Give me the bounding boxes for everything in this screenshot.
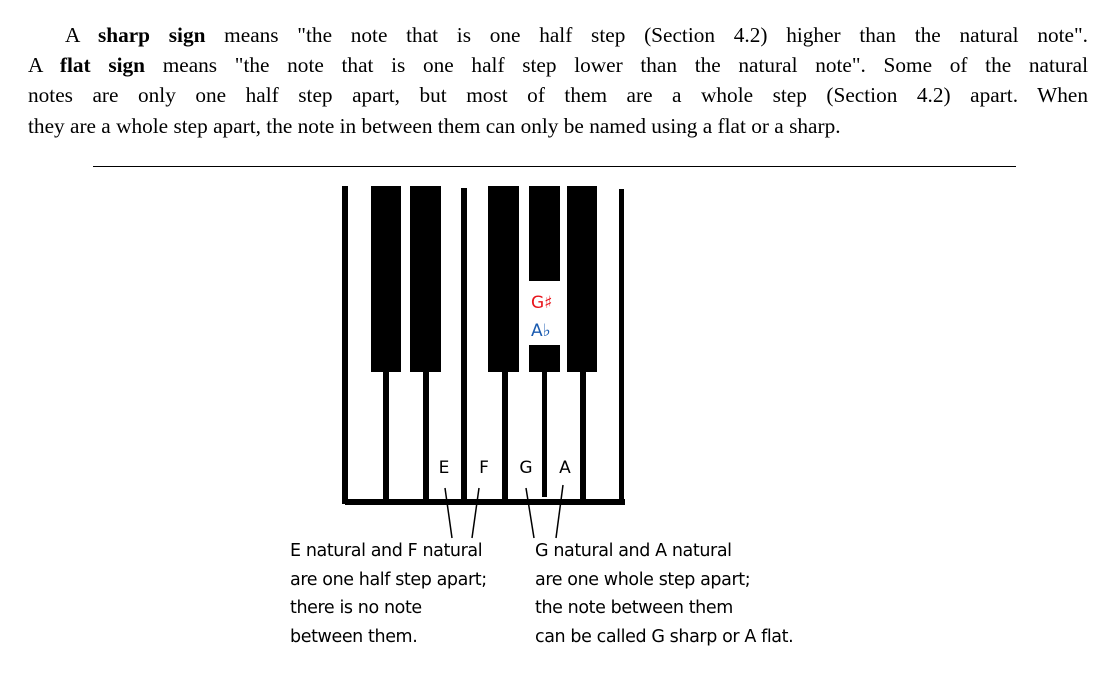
black-key xyxy=(567,186,597,372)
key-label-e: E xyxy=(439,458,450,478)
caption-line: the note between them xyxy=(535,598,733,618)
key-divider xyxy=(383,370,389,502)
leader-line xyxy=(555,484,564,539)
black-key xyxy=(371,186,401,372)
caption-line: between them. xyxy=(290,626,418,647)
black-key xyxy=(488,186,519,372)
caption-e-f: E natural and F natural are one half ste… xyxy=(290,537,487,651)
caption-line: there is no note xyxy=(290,598,422,618)
key-label-g: G xyxy=(519,458,532,478)
keyboard-right-edge xyxy=(619,189,624,504)
caption-g-a: G natural and A natural are one whole st… xyxy=(535,537,794,651)
key-label-f: F xyxy=(479,458,489,478)
caption-line: can be called G sharp or A flat. xyxy=(535,626,794,647)
leader-line xyxy=(471,487,480,539)
key-label-a: A xyxy=(559,458,571,478)
caption-line: are one whole step apart; xyxy=(535,569,751,590)
key-divider xyxy=(502,370,508,502)
leader-line xyxy=(444,487,453,539)
caption-line: are one half step apart; xyxy=(290,569,487,590)
a-flat-label: A♭ xyxy=(531,321,551,341)
keyboard-left-edge xyxy=(342,186,348,504)
black-key-g-sharp-upper xyxy=(529,186,560,281)
caption-line: G natural and A natural xyxy=(535,541,732,561)
leader-line xyxy=(525,487,535,539)
key-divider xyxy=(580,370,586,502)
key-divider xyxy=(542,370,547,497)
black-key-g-sharp-lower xyxy=(529,345,560,372)
e-f-divider xyxy=(461,188,467,503)
key-divider xyxy=(423,370,429,502)
caption-line: E natural and F natural xyxy=(290,541,483,561)
g-sharp-label: G♯ xyxy=(531,293,552,313)
black-key xyxy=(410,186,441,372)
